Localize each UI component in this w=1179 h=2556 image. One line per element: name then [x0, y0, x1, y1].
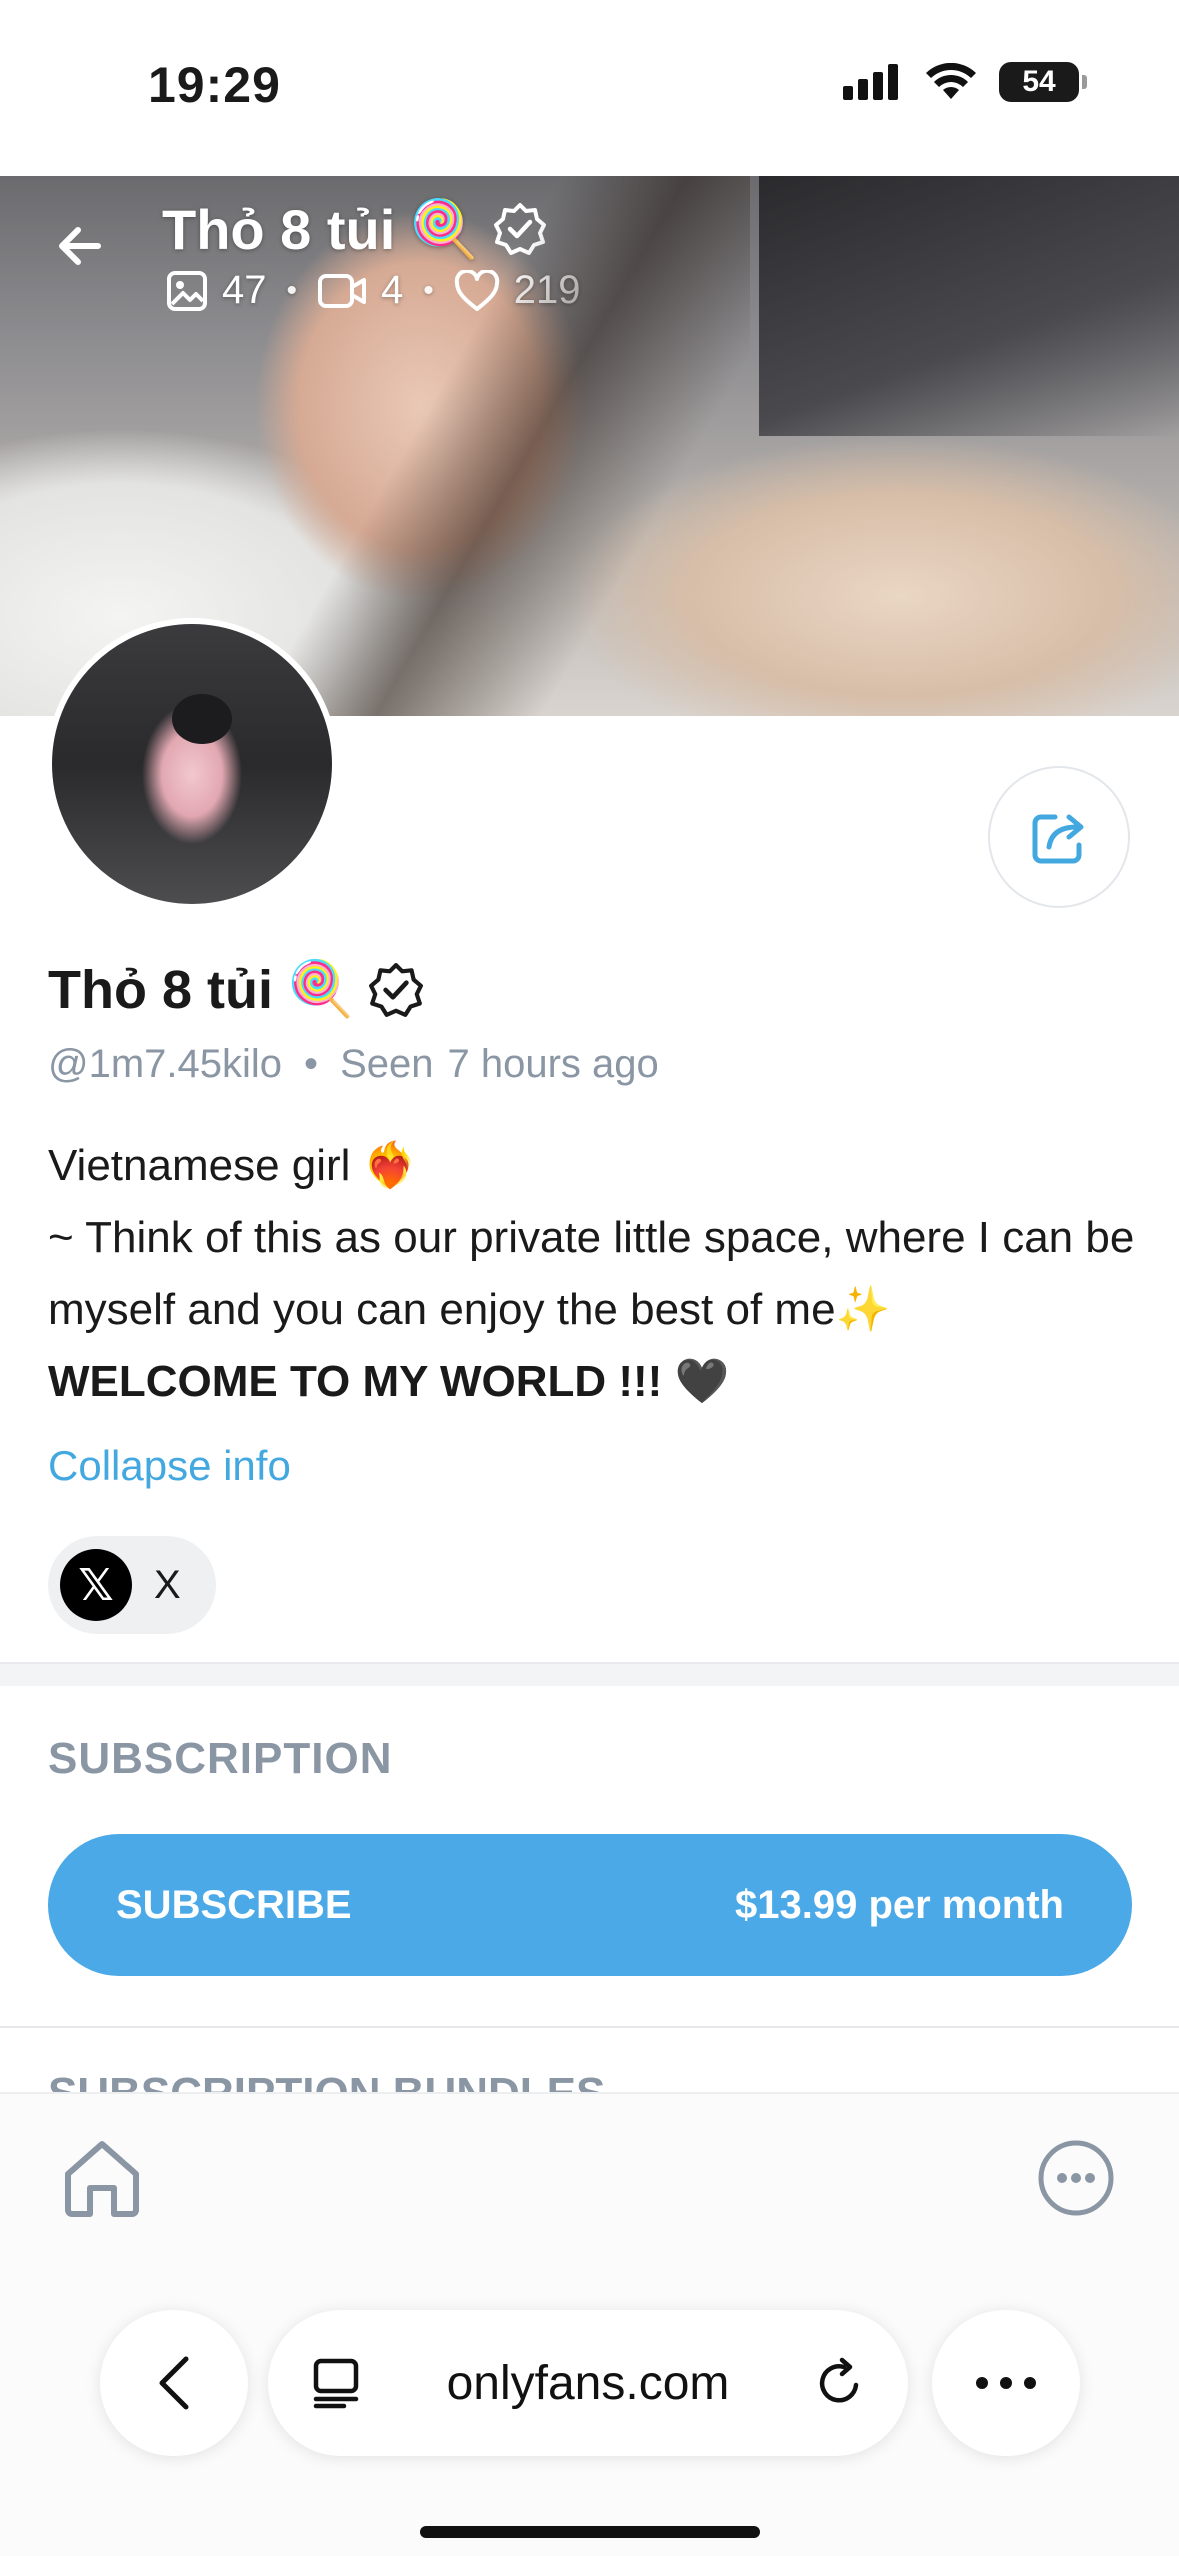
home-icon[interactable] — [58, 2134, 146, 2222]
collapse-info-link[interactable]: Collapse info — [48, 1442, 291, 1490]
status-icons: 54 — [843, 62, 1087, 102]
profile-meta: @1m7.45kilo • Seen 7 hours ago — [48, 1042, 659, 1087]
status-bar: 19:29 54 — [0, 0, 1179, 176]
share-icon — [1032, 814, 1084, 864]
lollipop-emoji: 🍭 — [286, 959, 355, 1019]
avatar[interactable] — [46, 618, 338, 910]
social-link-x[interactable]: 𝕏 X — [48, 1536, 216, 1634]
section-divider — [0, 2026, 1179, 2028]
social-link-label: X — [154, 1562, 181, 1607]
subscription-bundles-label: SUBSCRIPTION BUNDLES — [48, 2069, 606, 2094]
reload-icon[interactable] — [814, 2357, 866, 2409]
browser-back-button[interactable] — [100, 2310, 248, 2456]
cover-header: Thỏ 8 tủi 🍭 47 • 4 • 219 — [0, 176, 1179, 356]
video-icon — [318, 273, 367, 308]
profile-name-text: Thỏ 8 tủi — [48, 959, 273, 1020]
browser-more-button[interactable] — [932, 2310, 1080, 2456]
chevron-left-icon — [159, 2356, 189, 2410]
stat-separator: • — [286, 273, 298, 307]
subscribe-label: SUBSCRIBE — [116, 1882, 352, 1927]
cover-stats: 47 • 4 • 219 — [166, 268, 581, 313]
status-time: 19:29 — [148, 57, 281, 113]
wifi-icon — [926, 63, 976, 99]
subscribe-price: $13.99 per month — [734, 1882, 1064, 1927]
stat-separator: • — [423, 273, 434, 307]
videos-count: 4 — [381, 268, 404, 312]
profile-handle: @1m7.45kilo — [48, 1042, 283, 1086]
bio-line: Vietnamese girl ❤️‍🔥 — [48, 1141, 418, 1190]
battery-indicator: 54 — [999, 62, 1087, 102]
likes-count: 219 — [513, 268, 581, 312]
image-icon — [167, 270, 207, 311]
address-bar[interactable]: onlyfans.com — [268, 2310, 908, 2456]
cover-title: Thỏ 8 tủi 🍭 — [162, 196, 547, 262]
x-logo-icon: 𝕏 — [60, 1549, 132, 1621]
url-text: onlyfans.com — [446, 2356, 730, 2410]
browser-toolbar: onlyfans.com — [0, 2300, 1179, 2480]
back-arrow-icon[interactable] — [50, 216, 110, 276]
subscription-section-label: SUBSCRIPTION — [48, 1734, 393, 1783]
subscribe-button[interactable]: SUBSCRIBE $13.99 per month — [48, 1834, 1132, 1976]
share-button[interactable] — [988, 766, 1130, 908]
bio-line: ~ Think of this as our private little sp… — [48, 1213, 1135, 1334]
profile-name: Thỏ 8 tủi 🍭 — [48, 958, 424, 1021]
verified-icon — [494, 203, 547, 255]
seen-time: 7 hours ago — [447, 1042, 659, 1086]
tabs-icon[interactable] — [310, 2357, 362, 2409]
signal-icon — [843, 64, 898, 100]
cover-name-text: Thỏ 8 tủi — [162, 197, 396, 261]
verified-icon — [369, 962, 424, 1017]
photos-count: 47 — [222, 268, 267, 312]
ellipsis-icon — [976, 2377, 1036, 2389]
lollipop-emoji: 🍭 — [409, 197, 480, 260]
seen-label: Seen — [340, 1042, 434, 1086]
meta-separator: • — [304, 1042, 319, 1086]
heart-icon — [454, 269, 499, 311]
more-icon[interactable] — [1036, 2138, 1116, 2218]
section-divider — [0, 1662, 1179, 1686]
bio-line: WELCOME TO MY WORLD !!! 🖤 — [48, 1357, 730, 1406]
home-indicator — [420, 2526, 760, 2538]
bio: Vietnamese girl ❤️‍🔥 ~ Think of this as … — [48, 1130, 1148, 1418]
